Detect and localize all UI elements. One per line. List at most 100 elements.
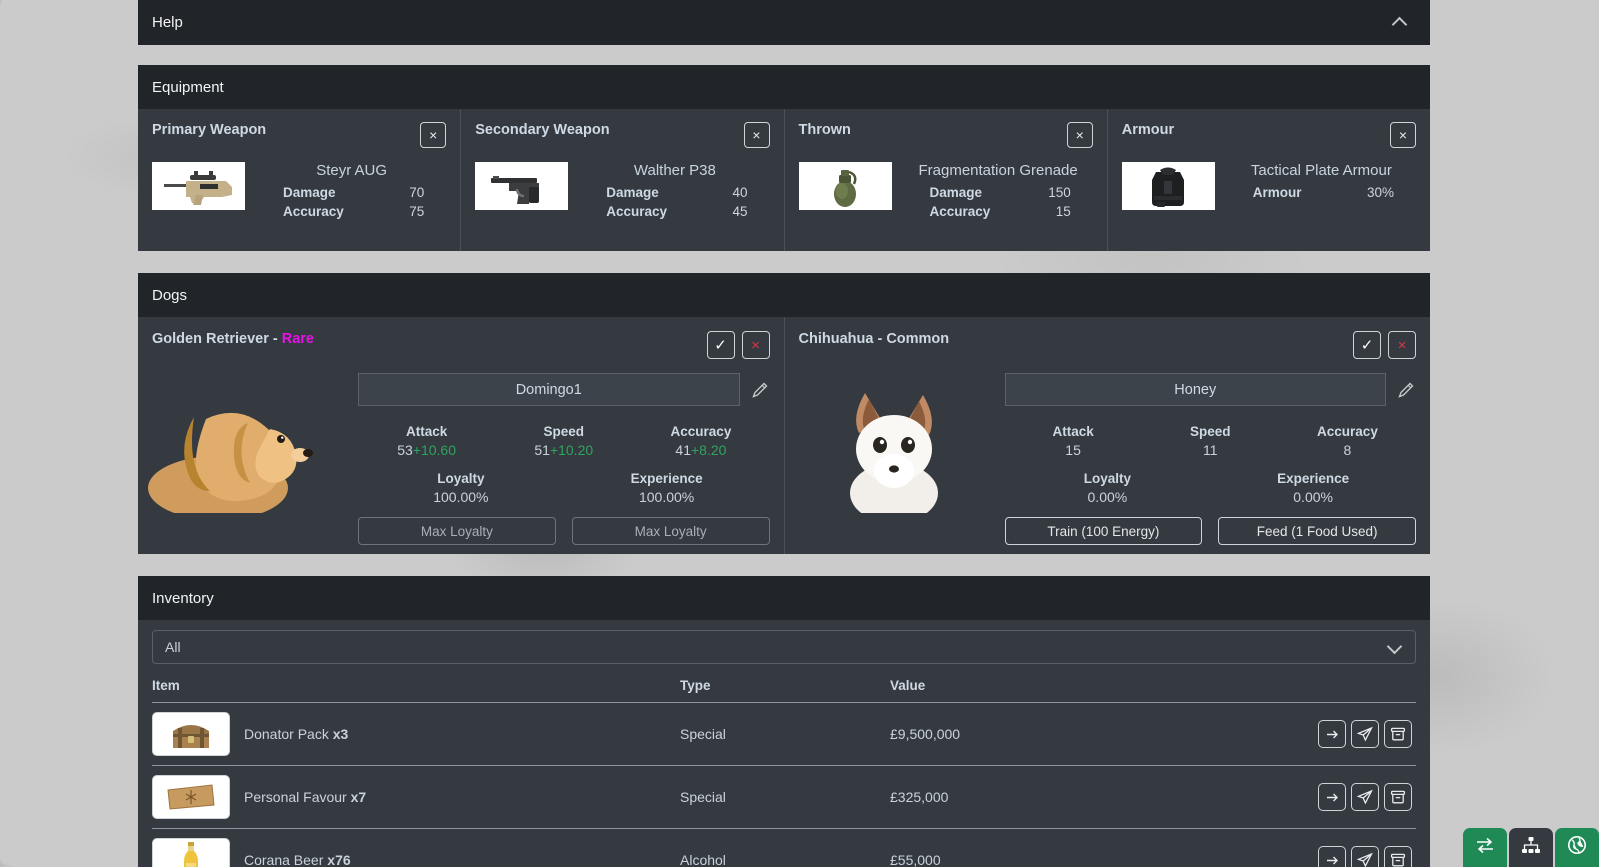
item-name: Walther P38 xyxy=(633,162,716,179)
dog-rarity-badge: Rare xyxy=(281,331,314,347)
store-item-button[interactable] xyxy=(1384,846,1412,867)
remove-armour-button[interactable]: × xyxy=(1390,122,1416,148)
meta-key: Experience xyxy=(1277,471,1350,486)
dog-breed: Chihuahua xyxy=(798,331,874,347)
remove-thrown-button[interactable]: × xyxy=(1066,122,1093,148)
inventory-table: Item Type Value Donator Pack x3 Special … xyxy=(152,678,1416,867)
quick-trade-button[interactable] xyxy=(1463,828,1507,867)
stat-row: Armour 30% xyxy=(1227,183,1416,202)
item-value: £55,000 xyxy=(890,852,941,867)
dog-name-row xyxy=(358,373,770,406)
stat-row: Accuracy 45 xyxy=(580,202,769,221)
equipment-slot-thrown: Thrown × Fragmentation Grenade Damage 15… xyxy=(785,109,1108,251)
table-row[interactable]: Donator Pack x3 Special £9,500,000 xyxy=(152,703,1416,766)
use-item-button[interactable] xyxy=(1318,783,1346,811)
equipment-slot-secondary-weapon: Secondary Weapon × Walther P38 Damage 40… xyxy=(461,109,785,251)
stat-value: 150 xyxy=(1048,185,1071,200)
pencil-icon[interactable] xyxy=(750,380,770,400)
store-item-button[interactable] xyxy=(1384,720,1412,748)
help-panel-header[interactable]: Help xyxy=(138,0,1430,45)
dog-title-separator: - xyxy=(268,331,282,347)
column-header-item: Item xyxy=(152,678,180,693)
stat-key: Accuracy xyxy=(283,204,344,219)
store-item-button[interactable] xyxy=(1384,783,1412,811)
stat-bonus: +10.60 xyxy=(412,442,456,458)
table-row[interactable]: Personal Favour x7 Special £325,000 xyxy=(152,766,1416,829)
stat-key: Damage xyxy=(929,185,983,200)
globe-icon xyxy=(1566,834,1588,861)
stat-value: 15 xyxy=(1055,204,1071,219)
dog-name-input[interactable] xyxy=(1004,373,1386,406)
chevron-up-icon[interactable] xyxy=(1392,15,1408,31)
train-dog-button[interactable]: Train (100 Energy) xyxy=(1004,517,1203,545)
meta-key: Loyalty xyxy=(1083,471,1131,486)
use-item-button[interactable] xyxy=(1318,720,1346,748)
stat-key: Accuracy xyxy=(606,204,668,219)
stat-key: Armour xyxy=(1252,185,1302,200)
stat-row: Damage 150 xyxy=(904,183,1093,202)
dog-rarity-badge: Common xyxy=(886,331,950,347)
chevron-down-icon[interactable] xyxy=(1387,639,1403,655)
stat-value: 41+8.20 xyxy=(675,442,727,458)
dog-stat: Speed 11 xyxy=(1142,424,1279,458)
dog-title-separator: - xyxy=(873,331,887,347)
equipment-slot-primary-weapon: Primary Weapon × Steyr AUG Damage 70 Acc… xyxy=(138,109,462,251)
stat-row: Accuracy 15 xyxy=(904,202,1093,221)
item-quantity: x76 xyxy=(327,852,351,867)
equipment-slots: Primary Weapon × Steyr AUG Damage 70 Acc… xyxy=(138,109,1430,251)
remove-primary-weapon-button[interactable]: × xyxy=(420,122,447,148)
dog-card-chihuahua: Chihuahua - Common ✓ × Honey Attack 15 S… xyxy=(785,317,1431,554)
help-title: Help xyxy=(152,14,183,31)
inventory-filter-select[interactable]: All xyxy=(152,630,1416,664)
dog-stat: Attack 53+10.60 xyxy=(358,424,495,458)
send-item-button[interactable] xyxy=(1351,720,1379,748)
feed-dog-button[interactable]: Feed (1 Food Used) xyxy=(1218,517,1416,545)
dog-name-input[interactable] xyxy=(358,373,740,406)
page-container: Help Equipment Primary Weapon × Steyr AU… xyxy=(138,0,1430,867)
assault-rifle-image xyxy=(152,162,245,210)
stat-value: 30% xyxy=(1366,185,1394,200)
dog-stats-primary: Attack 53+10.60 Speed 51+10.20 Accuracy … xyxy=(358,424,770,458)
send-item-button[interactable] xyxy=(1351,783,1379,811)
confirm-dog-button[interactable]: ✓ xyxy=(706,331,735,359)
item-quantity: x3 xyxy=(332,726,349,742)
exchange-arrows-icon xyxy=(1474,835,1496,860)
equipment-title: Equipment xyxy=(152,78,224,96)
scroll-parchment-image xyxy=(152,775,230,819)
dog-action-buttons: Train (100 Energy) Feed (1 Food Used) xyxy=(1004,517,1416,545)
stat-value: 75 xyxy=(409,204,425,219)
send-item-button[interactable] xyxy=(1351,846,1379,867)
dog-stat: Speed 51+10.20 xyxy=(495,424,632,458)
confirm-dog-button[interactable]: ✓ xyxy=(1353,331,1381,359)
dog-loyalty-button[interactable]: Max Loyalty xyxy=(358,517,556,545)
item-name: Tactical Plate Armour xyxy=(1250,162,1392,179)
help-panel: Help xyxy=(138,0,1430,45)
dog-head-buttons: ✓ × xyxy=(706,331,770,359)
item-cell: Corana Beer x76 xyxy=(152,838,680,867)
inventory-filter-value: All xyxy=(165,639,181,655)
dog-stat: Attack 15 xyxy=(1005,424,1142,458)
meta-value: 100.00% xyxy=(433,489,489,505)
use-item-button[interactable] xyxy=(1318,846,1346,867)
dog-stats-secondary: Loyalty 100.00% Experience 100.00% xyxy=(358,471,770,505)
item-name: Donator Pack x3 xyxy=(244,726,349,742)
world-button[interactable] xyxy=(1555,828,1599,867)
pencil-icon[interactable] xyxy=(1396,380,1416,400)
dog-meta: Experience 100.00% xyxy=(564,471,770,505)
stat-key: Speed xyxy=(543,424,585,439)
dog-title: Chihuahua - Common xyxy=(799,331,950,347)
release-dog-button[interactable]: × xyxy=(741,331,770,359)
remove-secondary-weapon-button[interactable]: × xyxy=(743,122,770,148)
slot-label: Secondary Weapon xyxy=(475,122,610,138)
pistol-image xyxy=(475,162,569,210)
stat-value: 15 xyxy=(1065,442,1081,458)
row-actions xyxy=(1306,720,1416,748)
stat-row: Damage 70 xyxy=(257,183,446,202)
item-value: £325,000 xyxy=(890,789,949,805)
release-dog-button[interactable]: × xyxy=(1388,331,1416,359)
table-row[interactable]: Corana Beer x76 Alcohol £55,000 xyxy=(152,829,1416,867)
dog-experience-button[interactable]: Max Loyalty xyxy=(571,517,770,545)
organisation-button[interactable] xyxy=(1509,828,1553,867)
item-name: Fragmentation Grenade xyxy=(918,162,1078,179)
stat-key: Attack xyxy=(1052,424,1094,439)
